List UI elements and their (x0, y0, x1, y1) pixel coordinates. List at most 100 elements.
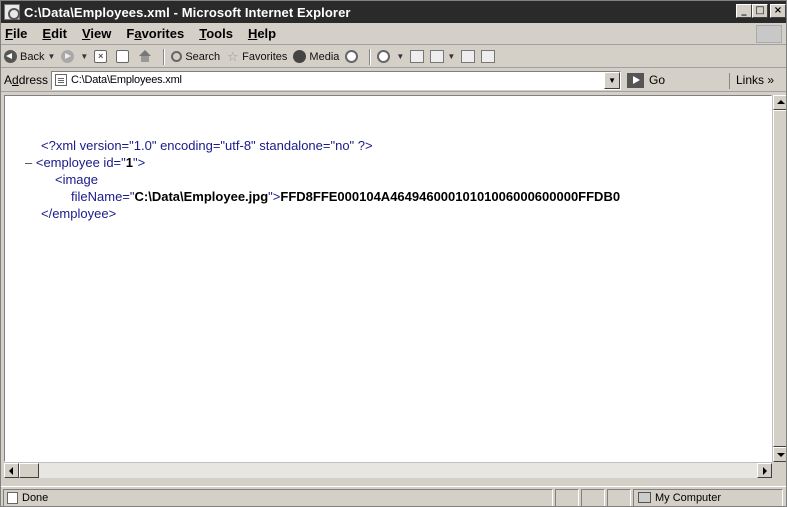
back-button[interactable]: Back ▼ (4, 50, 55, 63)
back-dropdown-icon[interactable]: ▼ (47, 52, 55, 61)
title-bar[interactable]: C:\Data\Employees.xml - Microsoft Intern… (1, 1, 786, 23)
go-button[interactable]: Go (627, 72, 666, 88)
my-computer-icon (638, 492, 651, 503)
mail-dropdown-icon[interactable]: ▼ (396, 52, 404, 61)
image-data-text: FFD8FFE000104A46494600010101006000600000… (280, 189, 621, 204)
media-button[interactable]: Media (293, 50, 339, 63)
edit-dropdown-icon[interactable]: ▼ (447, 52, 455, 61)
scrollbar-corner (772, 462, 786, 478)
home-button[interactable] (138, 50, 155, 63)
collapse-toggle[interactable]: – (25, 155, 32, 170)
address-label-accel: d (12, 73, 19, 87)
internet-explorer-icon (4, 4, 20, 20)
menu-file[interactable]: File (1, 26, 36, 41)
employee-open-tag: – <employee id="1"> (25, 155, 145, 170)
scroll-left-arrow-icon[interactable] (4, 463, 19, 478)
status-message-pane: Done (3, 488, 553, 506)
xml-declaration: <?xml version="1.0" encoding="utf-8" sta… (41, 138, 373, 153)
print-icon[interactable] (410, 50, 425, 63)
stop-icon: × (94, 50, 108, 63)
menu-help-accel: H (247, 26, 258, 41)
stop-button[interactable]: × (94, 50, 110, 63)
scroll-up-arrow-icon[interactable] (773, 95, 786, 110)
page-done-icon (7, 491, 18, 504)
address-label-pre: A (4, 73, 13, 87)
window-controls: _ □ × (736, 4, 786, 18)
vertical-scrollbar[interactable] (772, 95, 786, 462)
favorites-star-icon: ☆ (226, 49, 239, 64)
menu-edit[interactable]: Edit (36, 26, 76, 41)
status-pane (555, 488, 579, 506)
go-label: Go (649, 73, 666, 87)
media-label: Media (309, 50, 340, 63)
scroll-down-arrow-icon[interactable] (773, 447, 786, 462)
discuss-icon[interactable] (461, 50, 476, 63)
horizontal-scrollbar[interactable] (4, 462, 772, 478)
address-value[interactable]: C:\Data\Employees.xml (71, 74, 182, 86)
back-arrow-icon (4, 50, 17, 63)
menu-help[interactable]: Help (242, 26, 285, 41)
employee-id-value: 1 (125, 155, 133, 170)
address-label: Address (4, 73, 48, 87)
employee-close-tag: </employee> (41, 206, 116, 221)
favorites-label: Favorites (242, 50, 288, 63)
toolbar-separator (369, 48, 372, 65)
menu-favorites[interactable]: Favorites (120, 26, 193, 41)
forward-button[interactable]: ▼ (61, 50, 88, 63)
menu-tools[interactable]: Tools (193, 26, 242, 41)
refresh-button[interactable] (116, 50, 132, 63)
search-label: Search (185, 50, 221, 63)
minimize-button[interactable]: _ (736, 4, 752, 18)
go-arrow-icon (627, 72, 645, 88)
menu-view[interactable]: View (76, 26, 120, 41)
standard-toolbar: Back ▼ ▼ × Search ☆ Favorites Media ▼ ▼ (1, 46, 786, 68)
xml-declaration-text: <?xml version="1.0" encoding="utf-8" sta… (41, 138, 373, 153)
menu-tools-label: ools (206, 26, 233, 41)
favorites-button[interactable]: ☆ Favorites (226, 49, 288, 64)
security-zone-pane: My Computer (633, 488, 783, 506)
window-title: C:\Data\Employees.xml - Microsoft Intern… (24, 4, 351, 20)
filename-attr-value: C:\Data\Employee.jpg (134, 189, 269, 204)
image-open-tag: <image (55, 172, 98, 187)
back-label: Back (20, 50, 45, 63)
home-icon (138, 50, 152, 63)
edit-button[interactable]: ▼ (430, 50, 455, 63)
document-view: <?xml version="1.0" encoding="utf-8" sta… (4, 95, 772, 462)
links-button[interactable]: Links » (729, 73, 774, 89)
mail-button[interactable]: ▼ (377, 50, 404, 63)
status-pane (607, 488, 631, 506)
horizontal-scroll-thumb[interactable] (19, 463, 39, 478)
edit-icon (430, 50, 445, 63)
history-icon (345, 50, 359, 63)
windows-logo-icon (756, 25, 782, 43)
address-input[interactable]: C:\Data\Employees.xml ▼ (51, 70, 622, 90)
search-button[interactable]: Search (171, 51, 220, 63)
mail-icon (377, 50, 391, 63)
maximize-button[interactable]: □ (752, 4, 768, 18)
scroll-right-arrow-icon[interactable] (757, 463, 772, 478)
browser-window: C:\Data\Employees.xml - Microsoft Intern… (0, 0, 787, 507)
toolbar-separator (163, 48, 166, 65)
menu-bar: File Edit View Favorites Tools Help (1, 23, 786, 45)
employee-close-text: </employee> (41, 206, 117, 221)
search-icon (171, 51, 183, 62)
refresh-icon (116, 50, 130, 63)
employee-tag-end: "> (133, 155, 146, 170)
status-bar: Done My Computer (1, 486, 786, 506)
vertical-scroll-thumb[interactable] (773, 110, 786, 447)
history-button[interactable] (345, 50, 361, 63)
menu-favorites-accel: a (134, 26, 142, 41)
menu-view-label: iew (90, 26, 112, 41)
address-label-rest: dress (18, 73, 49, 87)
forward-arrow-icon (61, 50, 75, 63)
address-dropdown-button[interactable]: ▼ (604, 71, 621, 89)
menu-favorites-label: vorites (141, 26, 185, 41)
forward-dropdown-icon[interactable]: ▼ (80, 52, 88, 61)
employee-tag-start: <employee id=" (35, 155, 126, 170)
image-tag-text: <image (55, 172, 98, 187)
filename-attr-name: fileName=" (71, 189, 135, 204)
close-button[interactable]: × (770, 4, 786, 18)
status-text: Done (22, 491, 49, 504)
research-icon[interactable] (481, 50, 496, 63)
image-attribute-line: fileName="C:\Data\Employee.jpg">FFD8FFE0… (71, 189, 620, 204)
